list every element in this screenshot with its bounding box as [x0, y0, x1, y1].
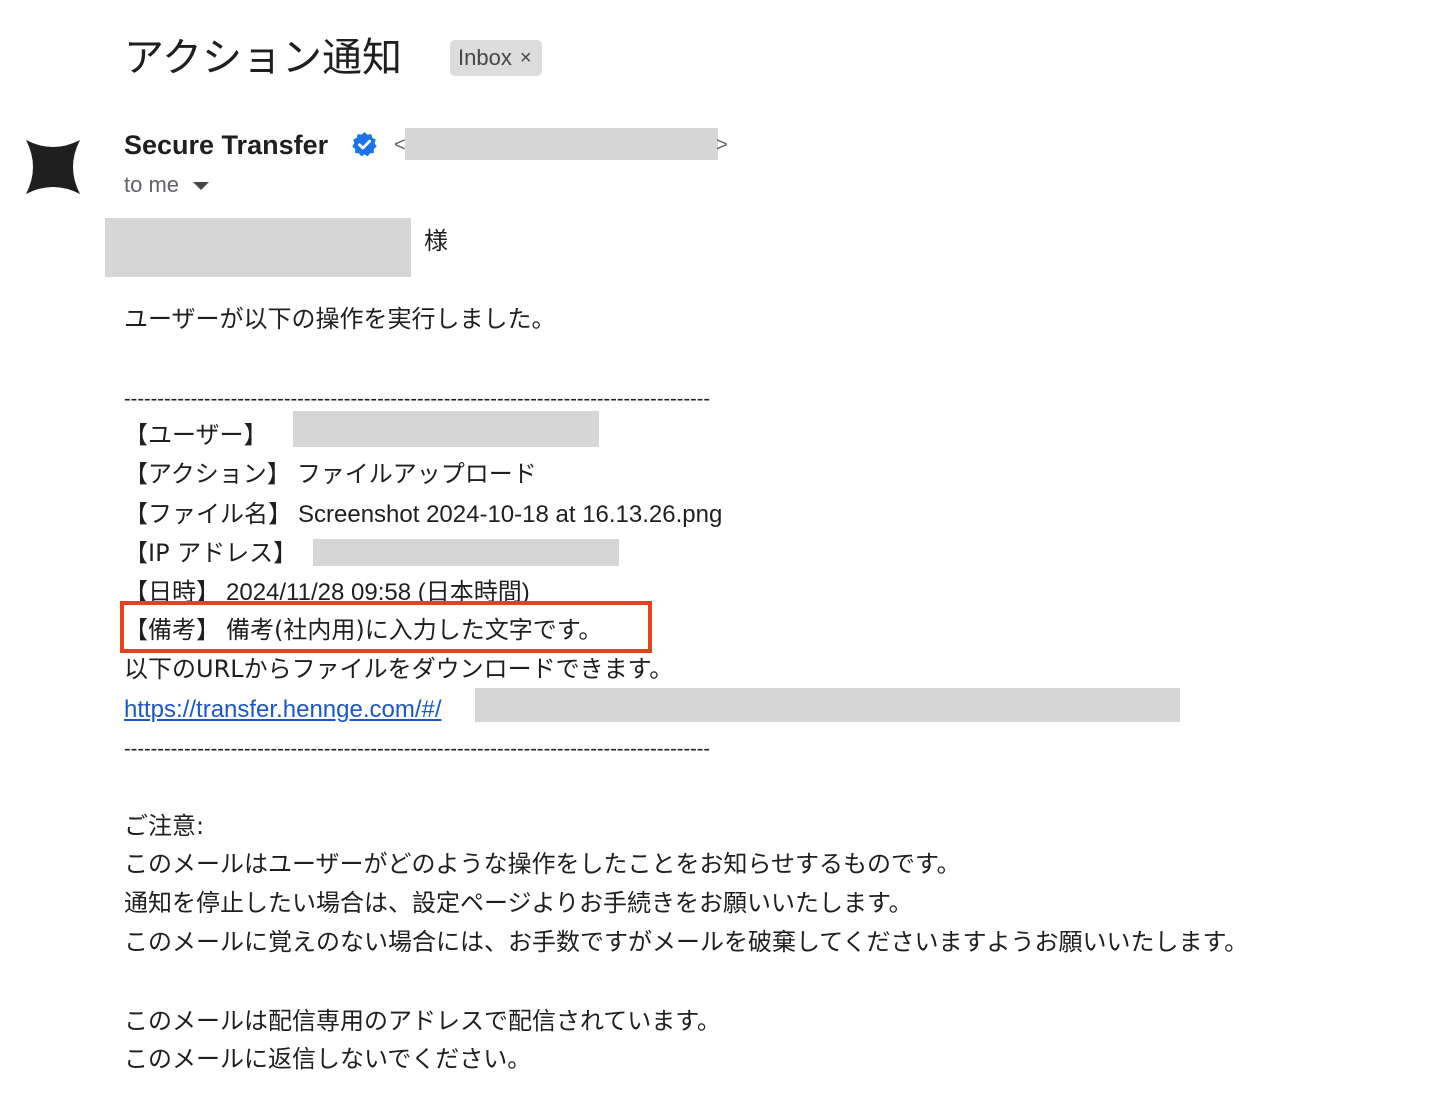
inbox-label-chip[interactable]: Inbox × — [450, 40, 542, 76]
salutation-suffix: 様 — [424, 227, 448, 255]
redacted-ip-value — [313, 539, 619, 566]
field-action-row: 【アクション】 ファイルアップロード — [124, 457, 537, 491]
footer-line: このメールは配信専用のアドレスで配信されています。 — [124, 1007, 721, 1035]
footer-line: このメールに返信しないでください。 — [124, 1045, 532, 1073]
divider-bottom: ----------------------------------------… — [124, 738, 711, 760]
download-link[interactable]: https://transfer.hennge.com/#/ — [124, 696, 442, 723]
recipient-label: to me — [124, 172, 180, 197]
download-instructions: 以下のURLからファイルをダウンロードできます。 — [124, 655, 674, 683]
field-action-value: ファイルアップロード — [296, 460, 537, 488]
redacted-sender-email — [405, 128, 718, 160]
sender-email-open: < — [394, 134, 406, 156]
recipient-toggle[interactable]: to me — [124, 172, 210, 198]
redacted-recipient-name — [105, 218, 411, 277]
field-filename-value: Screenshot 2024-10-18 at 16.13.26.png — [298, 501, 723, 528]
redacted-link-path — [475, 688, 1180, 722]
download-link-row: https://transfer.hennge.com/#/ — [124, 692, 442, 727]
caret-down-icon[interactable] — [193, 182, 210, 190]
field-ip-label: 【IP アドレス】 — [124, 539, 298, 567]
four-point-star-icon — [26, 140, 80, 194]
notice-heading: ご注意: — [124, 812, 205, 840]
verified-badge-icon — [352, 132, 377, 157]
field-user-label: 【ユーザー】 — [124, 421, 268, 449]
close-icon[interactable]: × — [520, 47, 532, 70]
field-filename-row: 【ファイル名】 Screenshot 2024-10-18 at 16.13.26… — [124, 497, 722, 532]
redacted-user-value — [293, 411, 599, 447]
note-highlight-box — [120, 601, 652, 653]
sender-email-close: > — [716, 134, 728, 156]
notice-line: 通知を停止したい場合は、設定ページよりお手続きをお願いいたします。 — [124, 889, 913, 917]
field-action-label: 【アクション】 — [124, 460, 291, 488]
notice-line: このメールはユーザーがどのような操作をしたことをお知らせするものです。 — [124, 850, 961, 878]
field-filename-label: 【ファイル名】 — [124, 500, 292, 528]
intro-text: ユーザーが以下の操作を実行しました。 — [124, 305, 556, 333]
email-subject: アクション通知 — [124, 35, 402, 81]
inbox-label-text: Inbox — [458, 45, 512, 70]
sender-name[interactable]: Secure Transfer — [124, 128, 328, 162]
notice-line: このメールに覚えのない場合には、お手数ですがメールを破棄してくださいますようお願… — [124, 928, 1249, 956]
